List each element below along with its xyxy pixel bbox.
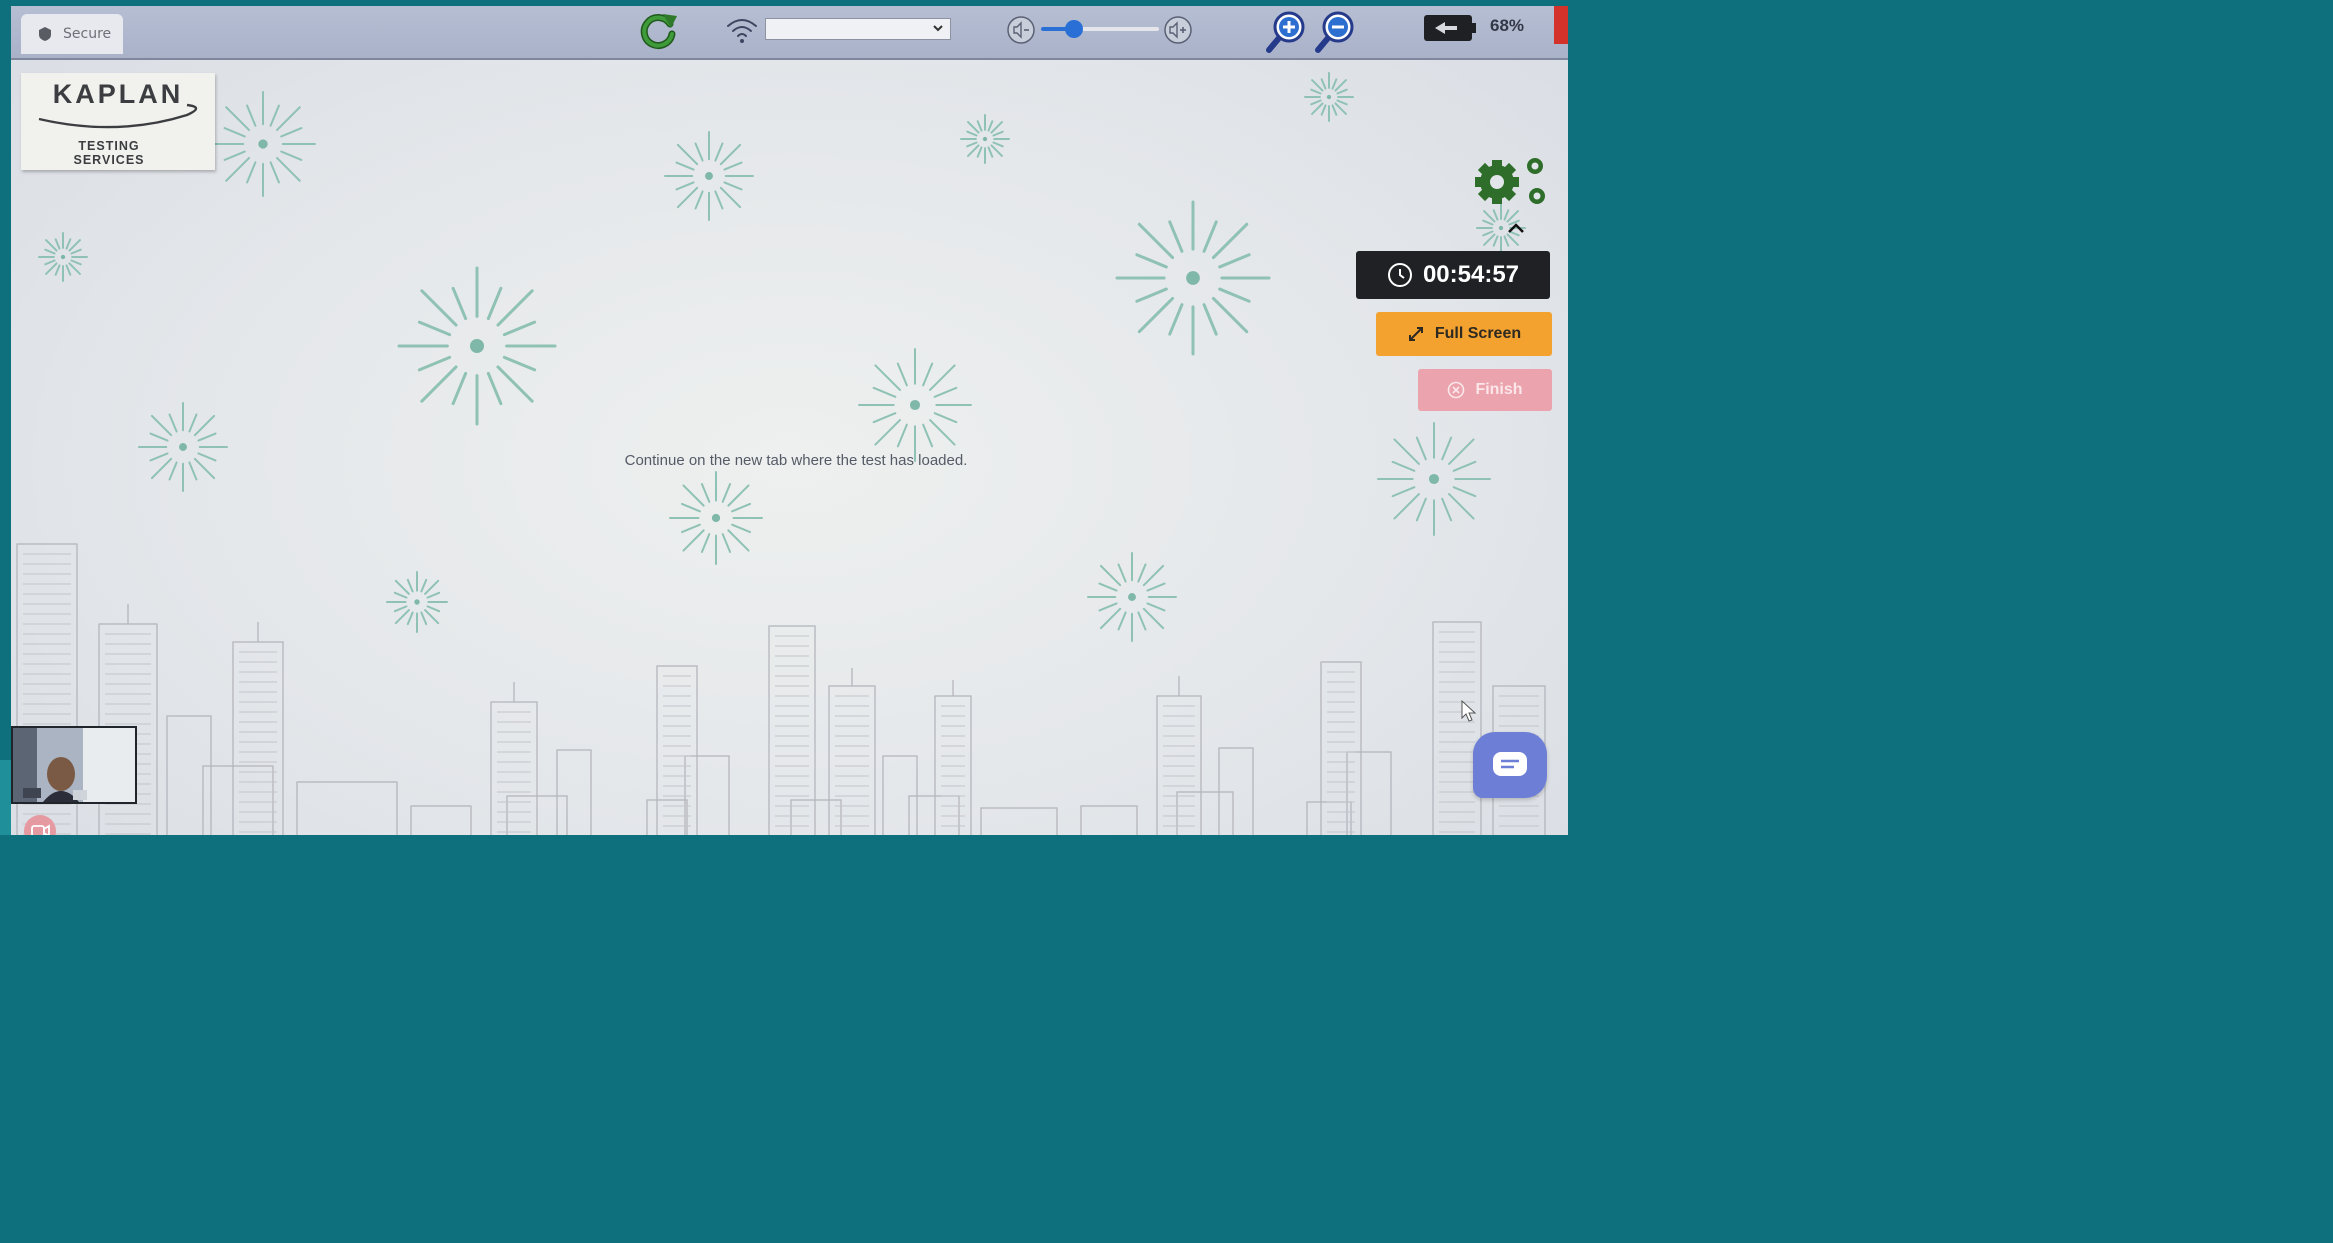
- timer-value: 00:54:57: [1422, 261, 1520, 288]
- firework-burst: [664, 131, 754, 221]
- refresh-icon[interactable]: [637, 10, 679, 52]
- chevron-down-icon: [933, 25, 943, 32]
- kiosk-screen: Secure 68% KAPLAN TESTING SERVICES Conti…: [11, 6, 1568, 835]
- wifi-icon[interactable]: [725, 15, 759, 45]
- kiosk-toolbar: Secure 68%: [11, 6, 1568, 60]
- firework-burst: [960, 114, 1010, 164]
- close-circle-icon: [1448, 381, 1465, 399]
- shield-icon: [39, 27, 51, 41]
- volume-down-icon[interactable]: [1006, 15, 1036, 45]
- firework-burst: [397, 266, 557, 426]
- chat-icon: [1493, 752, 1527, 776]
- logo-swoosh: [38, 103, 198, 129]
- network-select[interactable]: [765, 18, 951, 40]
- finish-label: Finish: [1475, 381, 1523, 398]
- secure-tab[interactable]: Secure: [21, 14, 123, 54]
- webcam-preview: [11, 726, 137, 804]
- firework-burst: [210, 91, 316, 197]
- clock-icon: [1387, 263, 1412, 287]
- finish-button[interactable]: Finish: [1418, 369, 1552, 411]
- firework-burst: [1304, 72, 1354, 122]
- firework-burst: [858, 348, 972, 462]
- chevron-up-icon[interactable]: [1505, 220, 1527, 236]
- chat-button[interactable]: [1473, 732, 1547, 798]
- webcam-icon[interactable]: [23, 814, 57, 835]
- firework-burst: [38, 232, 88, 282]
- expand-icon: [1408, 327, 1423, 341]
- mouse-cursor-icon: [1461, 700, 1477, 722]
- webcam-feed: [13, 728, 135, 802]
- close-button[interactable]: [1554, 6, 1568, 44]
- firework-burst: [1377, 422, 1491, 536]
- secure-label: Secure: [63, 26, 112, 42]
- fullscreen-button[interactable]: Full Screen: [1376, 312, 1552, 356]
- logo-subtitle-line2: SERVICES: [73, 153, 145, 167]
- battery-percent: 68%: [1490, 16, 1525, 35]
- battery-icon: [1424, 15, 1476, 41]
- zoom-in-icon[interactable]: [1265, 10, 1307, 54]
- fullscreen-label: Full Screen: [1434, 325, 1522, 342]
- volume-knob[interactable]: [1065, 20, 1084, 38]
- gears-icon[interactable]: [1469, 152, 1555, 214]
- firework-burst: [1115, 200, 1271, 356]
- city-skyline-decoration: [16, 543, 1546, 835]
- volume-up-icon[interactable]: [1163, 15, 1193, 45]
- status-message: Continue on the new tab where the test h…: [624, 452, 968, 469]
- logo-subtitle-line1: TESTING: [78, 139, 140, 153]
- exam-timer: 00:54:57: [1356, 251, 1550, 299]
- logo-subtitle: TESTING SERVICES: [21, 139, 197, 167]
- volume-slider[interactable]: [1041, 20, 1159, 38]
- kaplan-logo: KAPLAN TESTING SERVICES: [21, 73, 215, 170]
- desktop-edge: [0, 760, 11, 835]
- firework-burst: [138, 402, 228, 492]
- zoom-out-icon[interactable]: [1314, 10, 1356, 54]
